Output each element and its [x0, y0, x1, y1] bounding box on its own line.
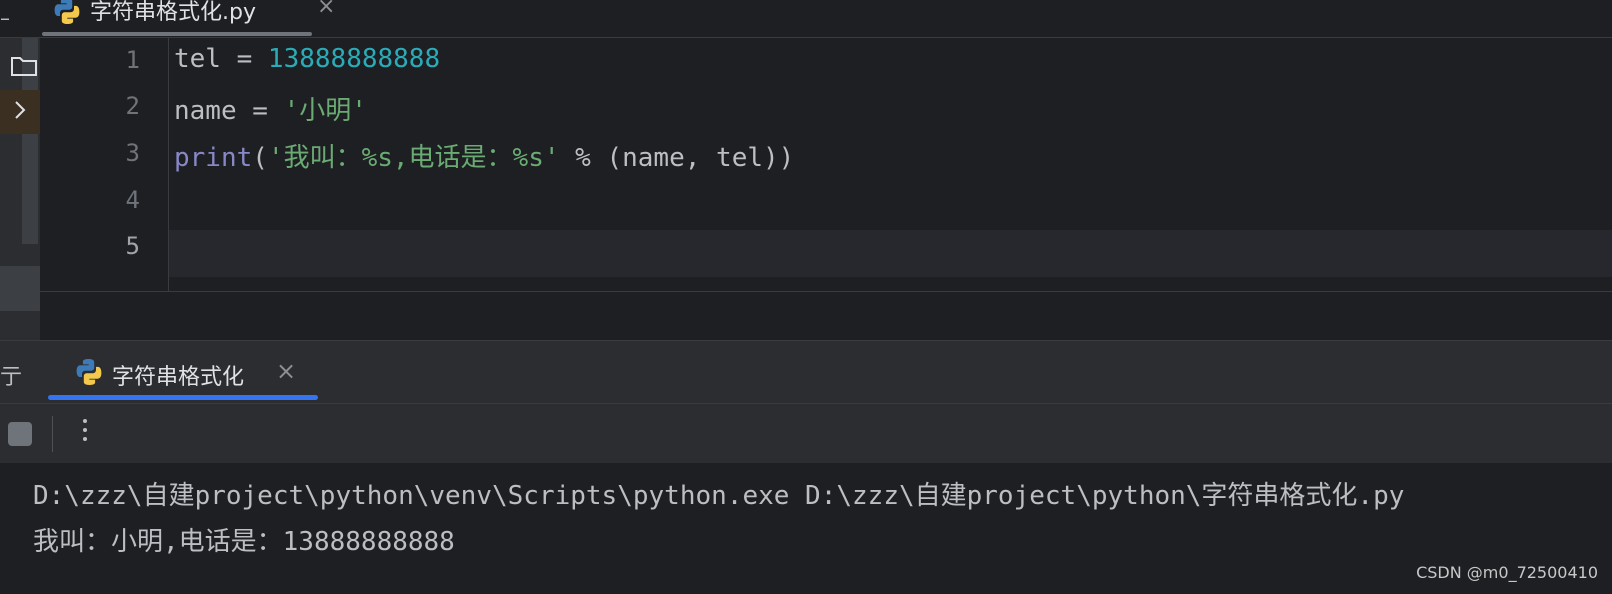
code-token: ( [252, 143, 268, 173]
line-number-gutter: 1 2 3 4 5 [40, 38, 169, 292]
folder-icon[interactable] [10, 54, 38, 78]
close-icon[interactable]: × [276, 357, 296, 385]
run-tool-window-header: 亍 字符串格式化 × [0, 340, 1612, 403]
editor-bottom-border [40, 291, 1612, 292]
console-output-line: 我叫：小明,电话是：13888888888 [33, 527, 455, 557]
line-number: 3 [125, 139, 140, 167]
run-window-title: 亍 [0, 365, 23, 390]
code-builtin-token: print [174, 143, 253, 173]
watermark: CSDN @m0_72500410 [1416, 563, 1598, 582]
run-console[interactable]: D:\zzz\自建project\python\venv\Scripts\pyt… [0, 463, 1612, 594]
line-number: 4 [125, 186, 140, 214]
console-output-line: D:\zzz\自建project\python\venv\Scripts\pyt… [33, 481, 1405, 511]
line-number-current: 5 [125, 232, 140, 260]
editor-tab-file[interactable]: 字符串格式化.py × [42, 0, 335, 37]
editor-tab-strip: – 字符串格式化.py × [0, 0, 1612, 38]
code-editor[interactable]: 1 2 3 4 5 tel = 13888888888 name = '小明' … [40, 38, 1612, 340]
code-token: tel = [174, 44, 268, 74]
tab-active-indicator [42, 32, 312, 36]
tool-selected-block[interactable] [0, 266, 40, 311]
run-toolbar [0, 403, 1612, 464]
run-tab[interactable]: 字符串格式化 × [48, 341, 318, 403]
code-line-1[interactable]: tel = 13888888888 [174, 44, 440, 74]
code-line-2[interactable]: name = '小明' [174, 90, 367, 127]
line-number: 1 [125, 46, 140, 74]
current-line-highlight [169, 230, 1612, 277]
code-string-token: '我叫：%s,电话是：%s' [267, 143, 560, 173]
menu-dash-icon[interactable]: – [0, 6, 10, 30]
chevron-right-icon[interactable] [12, 98, 28, 122]
code-line-3[interactable]: print('我叫：%s,电话是：%s' % (name, tel)) [174, 137, 794, 174]
python-icon [76, 359, 102, 385]
left-tool-strip [0, 38, 40, 340]
line-number: 2 [125, 92, 140, 120]
code-string-token: '小明' [283, 96, 367, 126]
run-tab-label: 字符串格式化 [112, 365, 245, 390]
toolbar-separator [52, 416, 53, 452]
more-vertical-icon[interactable] [76, 414, 94, 454]
code-token: % (name, tel)) [559, 143, 795, 173]
code-token: name = [174, 96, 284, 126]
close-icon[interactable]: × [317, 0, 335, 19]
stop-icon[interactable] [8, 422, 32, 446]
tab-active-indicator [48, 395, 318, 400]
editor-tab-label: 字符串格式化.py [90, 0, 256, 25]
python-icon [54, 0, 80, 24]
code-number-token: 13888888888 [267, 44, 441, 74]
